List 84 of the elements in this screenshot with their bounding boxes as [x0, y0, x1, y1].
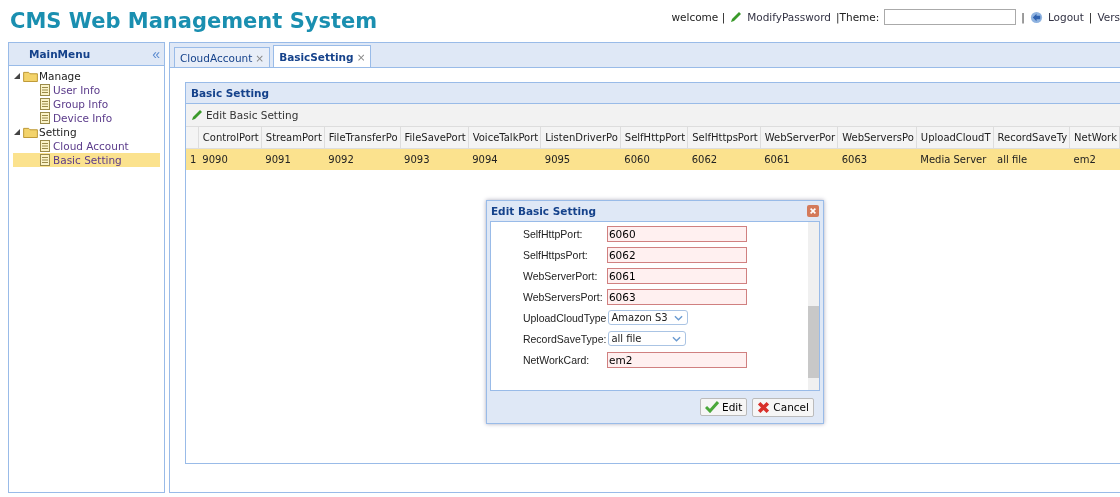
field-label: UploadCloudType	[522, 311, 607, 324]
close-button[interactable]	[806, 205, 819, 217]
sidebar-item[interactable]: Group Info	[13, 97, 160, 111]
tree-folder-label[interactable]: Setting	[39, 126, 77, 138]
sidebar-item[interactable]: Cloud Account	[13, 139, 160, 153]
document-icon	[40, 112, 50, 124]
chevron-down-icon	[672, 335, 682, 342]
theme-field[interactable]	[884, 9, 1017, 25]
separator-text: |	[1088, 11, 1093, 23]
tree-folder-label[interactable]: Manage	[39, 70, 81, 82]
document-icon	[40, 98, 50, 110]
modify-password-link[interactable]: ModifyPassword	[747, 11, 832, 23]
column-header[interactable]: ListenDriverPo	[540, 127, 621, 149]
table-cell: 9090	[198, 148, 262, 170]
expander-icon[interactable]	[14, 73, 20, 79]
edit-button[interactable]: Edit Basic Setting	[185, 109, 304, 121]
welcome-text: welcome |	[671, 11, 726, 23]
column-header[interactable]: FileSavePort	[400, 127, 469, 149]
logout-icon	[1029, 10, 1043, 24]
sidebar-item[interactable]: Device Info	[13, 111, 160, 125]
checkmark-icon	[705, 401, 719, 413]
field-label: WebServersPort:	[522, 290, 604, 303]
sidebar-item[interactable]: User Info	[13, 83, 160, 97]
field-label: NetWorkCard:	[522, 353, 591, 366]
field-label: RecordSaveType:	[522, 332, 607, 345]
input-field[interactable]: 6061	[606, 267, 747, 284]
folder-icon	[23, 70, 38, 82]
field-label: WebServerPort:	[522, 269, 599, 282]
input-field[interactable]: 6060	[606, 225, 747, 242]
sidebar-title: MainMenu	[29, 48, 91, 60]
table-cell: Media Server	[916, 148, 994, 170]
tab[interactable]: CloudAccount ×	[173, 47, 271, 67]
table-cell: 6060	[620, 148, 688, 170]
column-header[interactable]: FileTransferPo	[324, 127, 401, 149]
input-field[interactable]: 6063	[606, 288, 747, 305]
column-header[interactable]: SelfHttpPort	[620, 127, 688, 149]
scrollbar[interactable]	[807, 222, 819, 390]
field-label: SelfHttpPort:	[522, 227, 584, 240]
pencil-icon	[190, 109, 203, 121]
input-field[interactable]: 6062	[606, 246, 747, 263]
column-header[interactable]: VoiceTalkPort	[468, 127, 541, 149]
dropdown-field[interactable]: all file	[608, 331, 687, 346]
column-header[interactable]: RecordSaveTy	[993, 127, 1070, 149]
document-icon	[40, 84, 50, 96]
document-icon	[40, 154, 50, 166]
table-cell: 9095	[540, 148, 621, 170]
table-cell: em2	[1069, 148, 1120, 170]
input-field[interactable]: em2	[606, 351, 747, 368]
column-header[interactable]: UploadCloudT	[916, 127, 994, 149]
sidebar-item[interactable]: Basic Setting	[13, 153, 160, 167]
folder-icon	[23, 126, 38, 138]
table-cell: all file	[993, 148, 1070, 170]
dialog-title: Edit Basic Setting	[490, 205, 597, 217]
cancel-button[interactable]: Cancel	[752, 397, 814, 417]
logout-link[interactable]: Logout	[1047, 11, 1084, 23]
pencil-icon	[730, 11, 743, 23]
chevron-down-icon	[673, 314, 683, 321]
table-cell: 6063	[837, 148, 917, 170]
table-cell: 6062	[687, 148, 761, 170]
close-icon	[808, 207, 817, 215]
table-cell: 6061	[760, 148, 838, 170]
table-cell: 9092	[324, 148, 401, 170]
field-label: SelfHttpsPort:	[522, 248, 589, 261]
edit-button[interactable]: Edit	[700, 398, 748, 416]
expander-icon[interactable]	[14, 129, 20, 135]
row-number: 1	[185, 148, 199, 170]
dropdown-field[interactable]: Amazon S3	[608, 310, 688, 325]
tab[interactable]: BasicSetting ×	[273, 45, 372, 67]
column-header[interactable]: WebServerPor	[760, 127, 838, 149]
app-title: CMS Web Management System	[10, 9, 378, 33]
column-header[interactable]: StreamPort	[261, 127, 325, 149]
table-cell: 9093	[400, 148, 469, 170]
document-icon	[40, 140, 50, 152]
column-header[interactable]: ControlPort	[198, 127, 262, 149]
table-cell: 9094	[468, 148, 541, 170]
separator-text: |	[1021, 11, 1025, 23]
theme-label: |Theme:	[836, 11, 880, 23]
column-header[interactable]: NetWork	[1069, 127, 1120, 149]
column-header[interactable]: WebServersPo	[837, 127, 917, 149]
table-cell: 9091	[261, 148, 325, 170]
column-header[interactable]: SelfHttpsPort	[687, 127, 761, 149]
panel-title: Basic Setting	[185, 83, 1120, 104]
cross-icon	[757, 400, 771, 414]
version-link[interactable]: Vers	[1097, 11, 1120, 23]
